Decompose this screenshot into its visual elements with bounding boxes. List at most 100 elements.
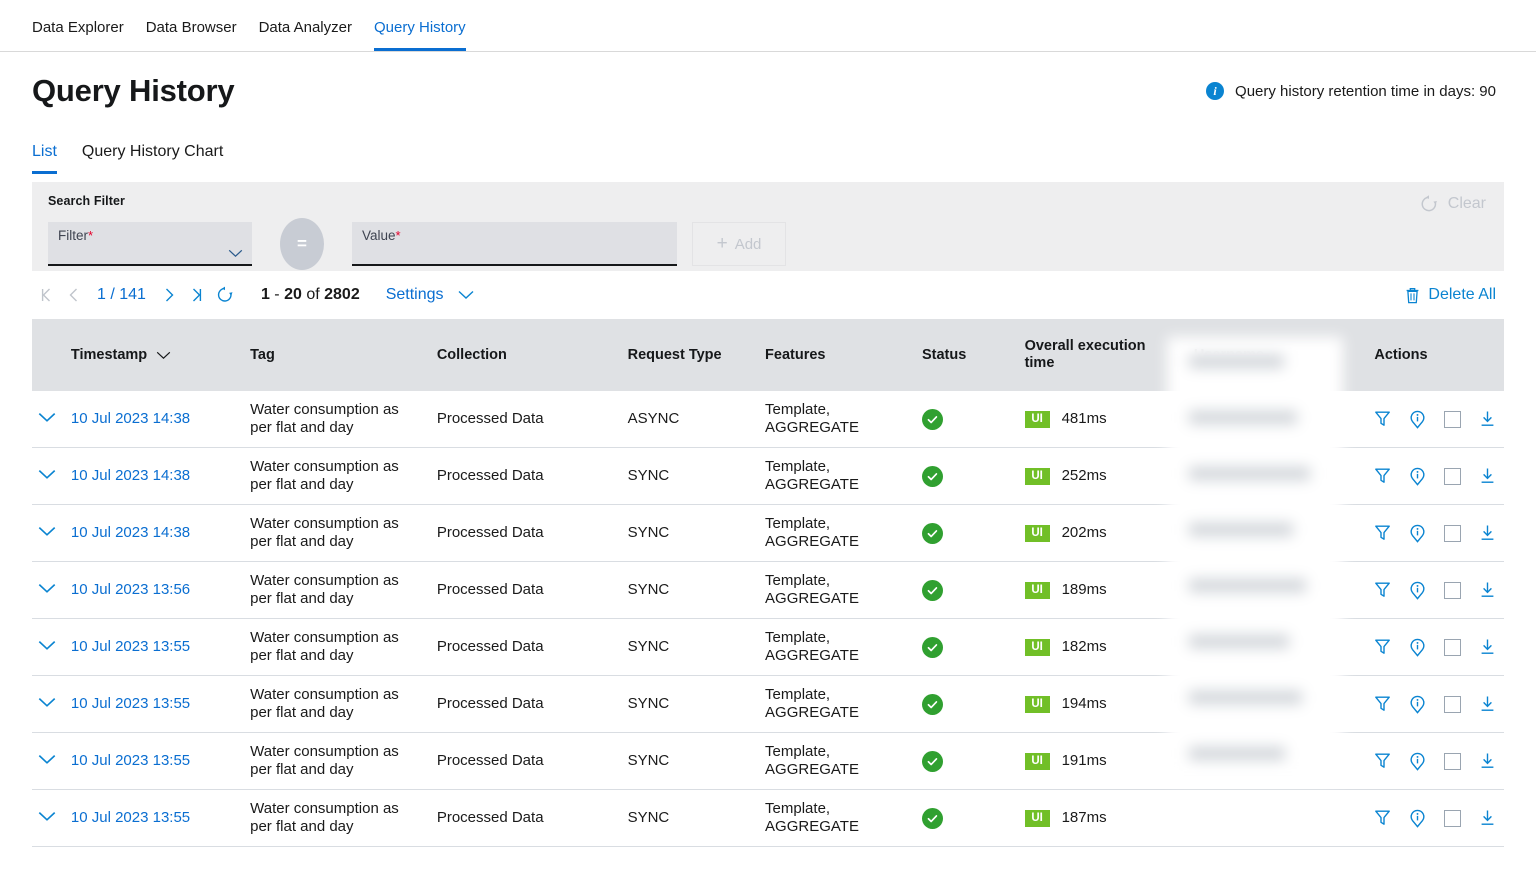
row-expand-button[interactable] — [32, 676, 67, 733]
reset-icon — [1419, 194, 1439, 214]
info-icon[interactable] — [1409, 809, 1426, 828]
view-tab-query-history-chart[interactable]: Query History Chart — [82, 143, 223, 174]
column-header-status[interactable]: Status — [908, 319, 1011, 391]
filter-icon[interactable] — [1374, 467, 1391, 485]
filter-icon[interactable] — [1374, 410, 1391, 428]
cell-exec-time: UI194ms — [1011, 676, 1180, 733]
info-icon[interactable] — [1409, 524, 1426, 543]
cell-actions — [1360, 448, 1504, 505]
checkbox-icon[interactable] — [1444, 639, 1461, 656]
info-icon[interactable] — [1409, 581, 1426, 600]
view-tab-list[interactable]: List — [32, 143, 57, 174]
operator-button[interactable]: = — [280, 218, 324, 270]
timestamp-link[interactable]: 10 Jul 2023 13:56 — [71, 581, 190, 598]
cell-timestamp[interactable]: 10 Jul 2023 13:55 — [67, 619, 236, 676]
column-header-features[interactable]: Features — [751, 319, 908, 391]
filter-icon[interactable] — [1374, 524, 1391, 542]
cell-timestamp[interactable]: 10 Jul 2023 13:56 — [67, 562, 236, 619]
value-input[interactable]: Value* — [352, 222, 677, 266]
row-expand-button[interactable] — [32, 562, 67, 619]
timestamp-link[interactable]: 10 Jul 2023 14:38 — [71, 467, 190, 484]
row-expand-button[interactable] — [32, 619, 67, 676]
cell-timestamp[interactable]: 10 Jul 2023 13:55 — [67, 676, 236, 733]
cell-timestamp[interactable]: 10 Jul 2023 14:38 — [67, 505, 236, 562]
timestamp-link[interactable]: 10 Jul 2023 14:38 — [71, 524, 190, 541]
table-row[interactable]: 10 Jul 2023 13:55Water consumption as pe… — [32, 619, 1504, 676]
checkbox-icon[interactable] — [1444, 468, 1461, 485]
column-header-exec-time[interactable]: Overall execution time — [1011, 319, 1180, 391]
column-header-timestamp[interactable]: Timestamp — [67, 319, 236, 391]
download-icon[interactable] — [1479, 524, 1496, 542]
column-header-request-type[interactable]: Request Type — [614, 319, 751, 391]
source-badge: UI — [1025, 525, 1050, 542]
nav-tab-data-browser[interactable]: Data Browser — [146, 19, 237, 51]
row-expand-button[interactable] — [32, 733, 67, 790]
table-row[interactable]: 10 Jul 2023 13:56Water consumption as pe… — [32, 562, 1504, 619]
filter-icon[interactable] — [1374, 752, 1391, 770]
delete-all-button[interactable]: Delete All — [1405, 286, 1496, 304]
settings-button[interactable]: Settings — [386, 286, 474, 304]
info-icon[interactable] — [1409, 638, 1426, 657]
checkbox-icon[interactable] — [1444, 525, 1461, 542]
table-row[interactable]: 10 Jul 2023 14:38Water consumption as pe… — [32, 391, 1504, 448]
download-icon[interactable] — [1479, 467, 1496, 485]
timestamp-link[interactable]: 10 Jul 2023 13:55 — [71, 638, 190, 655]
row-expand-button[interactable] — [32, 448, 67, 505]
table-row[interactable]: 10 Jul 2023 13:55Water consumption as pe… — [32, 676, 1504, 733]
table-row[interactable]: 10 Jul 2023 14:38Water consumption as pe… — [32, 448, 1504, 505]
nav-tab-query-history[interactable]: Query History — [374, 19, 466, 51]
checkbox-icon[interactable] — [1444, 582, 1461, 599]
download-icon[interactable] — [1479, 695, 1496, 713]
download-icon[interactable] — [1479, 809, 1496, 827]
cell-timestamp[interactable]: 10 Jul 2023 13:55 — [67, 790, 236, 847]
page-title: Query History — [32, 73, 234, 109]
download-icon[interactable] — [1479, 410, 1496, 428]
next-page-button[interactable] — [155, 281, 183, 309]
timestamp-link[interactable]: 10 Jul 2023 13:55 — [71, 752, 190, 769]
download-icon[interactable] — [1479, 752, 1496, 770]
chevron-down-icon — [38, 526, 56, 537]
previous-page-button[interactable] — [60, 281, 88, 309]
checkbox-icon[interactable] — [1444, 696, 1461, 713]
last-page-button[interactable] — [183, 281, 211, 309]
add-filter-button[interactable]: + Add — [692, 222, 786, 266]
table-row[interactable]: 10 Jul 2023 13:55Water consumption as pe… — [32, 733, 1504, 790]
table-row[interactable]: 10 Jul 2023 14:38Water consumption as pe… — [32, 505, 1504, 562]
info-icon[interactable] — [1409, 752, 1426, 771]
cell-timestamp[interactable]: 10 Jul 2023 14:38 — [67, 391, 236, 448]
column-header-tag[interactable]: Tag — [236, 319, 423, 391]
column-header-collection[interactable]: Collection — [423, 319, 614, 391]
checkbox-icon[interactable] — [1444, 753, 1461, 770]
clear-button[interactable]: Clear — [1419, 194, 1486, 214]
timestamp-link[interactable]: 10 Jul 2023 14:38 — [71, 410, 190, 427]
row-expand-button[interactable] — [32, 790, 67, 847]
info-icon[interactable] — [1409, 410, 1426, 429]
checkbox-icon[interactable] — [1444, 810, 1461, 827]
info-icon[interactable] — [1409, 467, 1426, 486]
checkbox-icon[interactable] — [1444, 411, 1461, 428]
first-page-button[interactable] — [32, 281, 60, 309]
cell-timestamp[interactable]: 10 Jul 2023 13:55 — [67, 733, 236, 790]
timestamp-link[interactable]: 10 Jul 2023 13:55 — [71, 809, 190, 826]
refresh-button[interactable] — [211, 281, 239, 309]
cell-timestamp[interactable]: 10 Jul 2023 14:38 — [67, 448, 236, 505]
filter-icon[interactable] — [1374, 695, 1391, 713]
status-success-icon — [922, 409, 943, 430]
chevron-down-icon — [156, 351, 171, 360]
filter-icon[interactable] — [1374, 581, 1391, 599]
nav-tab-data-explorer[interactable]: Data Explorer — [32, 19, 124, 51]
filter-select[interactable]: Filter* — [48, 222, 252, 266]
row-expand-button[interactable] — [32, 391, 67, 448]
info-icon: i — [1206, 82, 1224, 100]
row-expand-button[interactable] — [32, 505, 67, 562]
filter-icon[interactable] — [1374, 809, 1391, 827]
table-row[interactable]: 10 Jul 2023 13:55Water consumption as pe… — [32, 790, 1504, 847]
timestamp-link[interactable]: 10 Jul 2023 13:55 — [71, 695, 190, 712]
download-icon[interactable] — [1479, 581, 1496, 599]
filter-icon[interactable] — [1374, 638, 1391, 656]
nav-tab-data-analyzer[interactable]: Data Analyzer — [259, 19, 352, 51]
download-icon[interactable] — [1479, 638, 1496, 656]
column-header-username[interactable]: Username — [1180, 319, 1361, 391]
info-icon[interactable] — [1409, 695, 1426, 714]
chevron-down-icon — [228, 249, 243, 258]
